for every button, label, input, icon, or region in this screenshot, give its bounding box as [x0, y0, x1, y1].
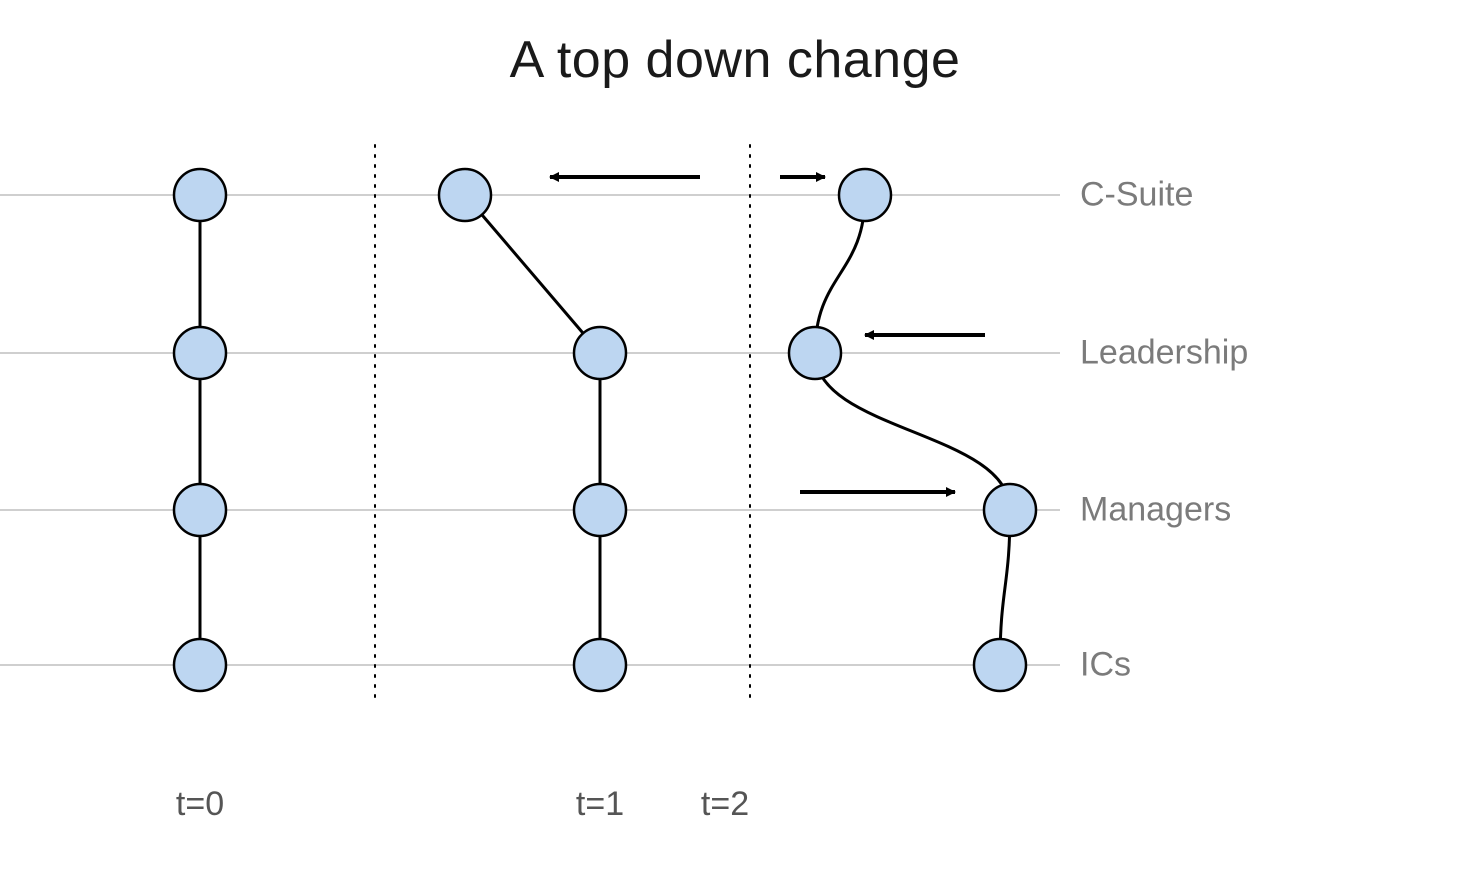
diagram-canvas: A top down change C-Suite Leadership Man… [0, 0, 1470, 876]
connector [465, 195, 600, 353]
time-label-t0: t=0 [176, 785, 224, 824]
org-node [174, 639, 226, 691]
time-label-t2: t=2 [701, 785, 749, 824]
connector-curved [815, 353, 1010, 510]
org-node [439, 169, 491, 221]
org-node [574, 327, 626, 379]
org-node [174, 327, 226, 379]
org-node [574, 484, 626, 536]
row-label-csuite: C-Suite [1080, 176, 1193, 215]
org-node [789, 327, 841, 379]
org-node [174, 484, 226, 536]
org-node [174, 169, 226, 221]
org-node [839, 169, 891, 221]
diagram-layer [0, 0, 1470, 876]
org-node [984, 484, 1036, 536]
time-label-t1: t=1 [576, 785, 624, 824]
row-label-managers: Managers [1080, 491, 1231, 530]
org-node [574, 639, 626, 691]
org-node [974, 639, 1026, 691]
row-label-ics: ICs [1080, 646, 1131, 685]
row-label-leadership: Leadership [1080, 334, 1248, 373]
